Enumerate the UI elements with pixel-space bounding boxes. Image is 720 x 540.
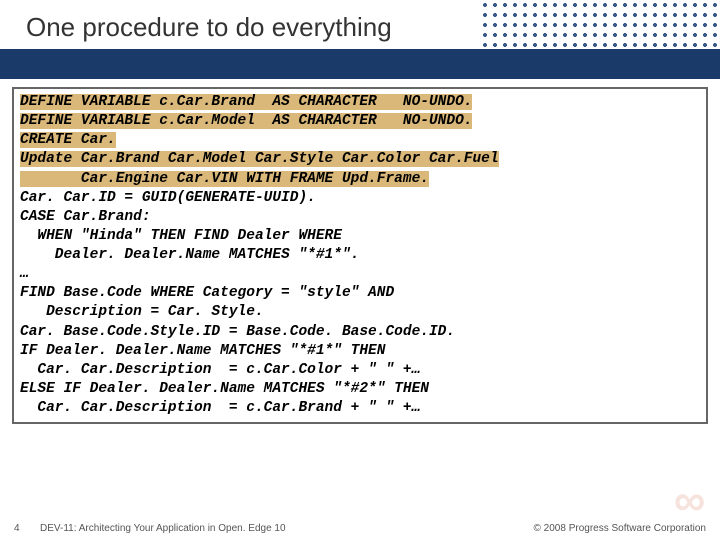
decorative-dots: [480, 0, 720, 50]
code-block: DEFINE VARIABLE c.Car.Brand AS CHARACTER…: [12, 87, 708, 424]
code-line: Description = Car. Style.: [20, 303, 700, 322]
footer-copyright: © 2008 Progress Software Corporation: [534, 523, 706, 534]
watermark-logo: ∞: [674, 476, 702, 526]
code-line: WHEN "Hinda" THEN FIND Dealer WHERE: [20, 227, 700, 246]
code-line: IF Dealer. Dealer.Name MATCHES "*#1*" TH…: [20, 342, 700, 361]
slide-header: One procedure to do everything: [0, 0, 720, 49]
code-line: FIND Base.Code WHERE Category = "style" …: [20, 284, 700, 303]
code-line: Car. Car.ID = GUID(GENERATE-UUID).: [20, 189, 700, 208]
code-line: Update Car.Brand Car.Model Car.Style Car…: [20, 150, 700, 169]
title-underline-bar: [0, 49, 720, 79]
slide-footer: 4 DEV-11: Architecting Your Application …: [0, 523, 720, 534]
highlighted-code: Update Car.Brand Car.Model Car.Style Car…: [20, 151, 499, 167]
highlighted-code: Car.Engine Car.VIN WITH FRAME Upd.Frame.: [20, 171, 429, 187]
footer-session-title: DEV-11: Architecting Your Application in…: [40, 523, 534, 534]
code-line: CASE Car.Brand:: [20, 208, 700, 227]
code-line: Dealer. Dealer.Name MATCHES "*#1*".: [20, 246, 700, 265]
code-line: ELSE IF Dealer. Dealer.Name MATCHES "*#2…: [20, 380, 700, 399]
code-line: CREATE Car.: [20, 131, 700, 150]
code-line: DEFINE VARIABLE c.Car.Brand AS CHARACTER…: [20, 93, 700, 112]
highlighted-code: DEFINE VARIABLE c.Car.Brand AS CHARACTER…: [20, 94, 472, 110]
code-line: DEFINE VARIABLE c.Car.Model AS CHARACTER…: [20, 112, 700, 131]
code-line: Car. Base.Code.Style.ID = Base.Code. Bas…: [20, 323, 700, 342]
slide-number: 4: [14, 523, 40, 534]
highlighted-code: DEFINE VARIABLE c.Car.Model AS CHARACTER…: [20, 113, 472, 129]
code-line: Car. Car.Description = c.Car.Color + " "…: [20, 361, 700, 380]
code-line: …: [20, 265, 700, 284]
code-line: Car. Car.Description = c.Car.Brand + " "…: [20, 399, 700, 418]
highlighted-code: CREATE Car.: [20, 132, 116, 148]
code-line: Car.Engine Car.VIN WITH FRAME Upd.Frame.: [20, 170, 700, 189]
